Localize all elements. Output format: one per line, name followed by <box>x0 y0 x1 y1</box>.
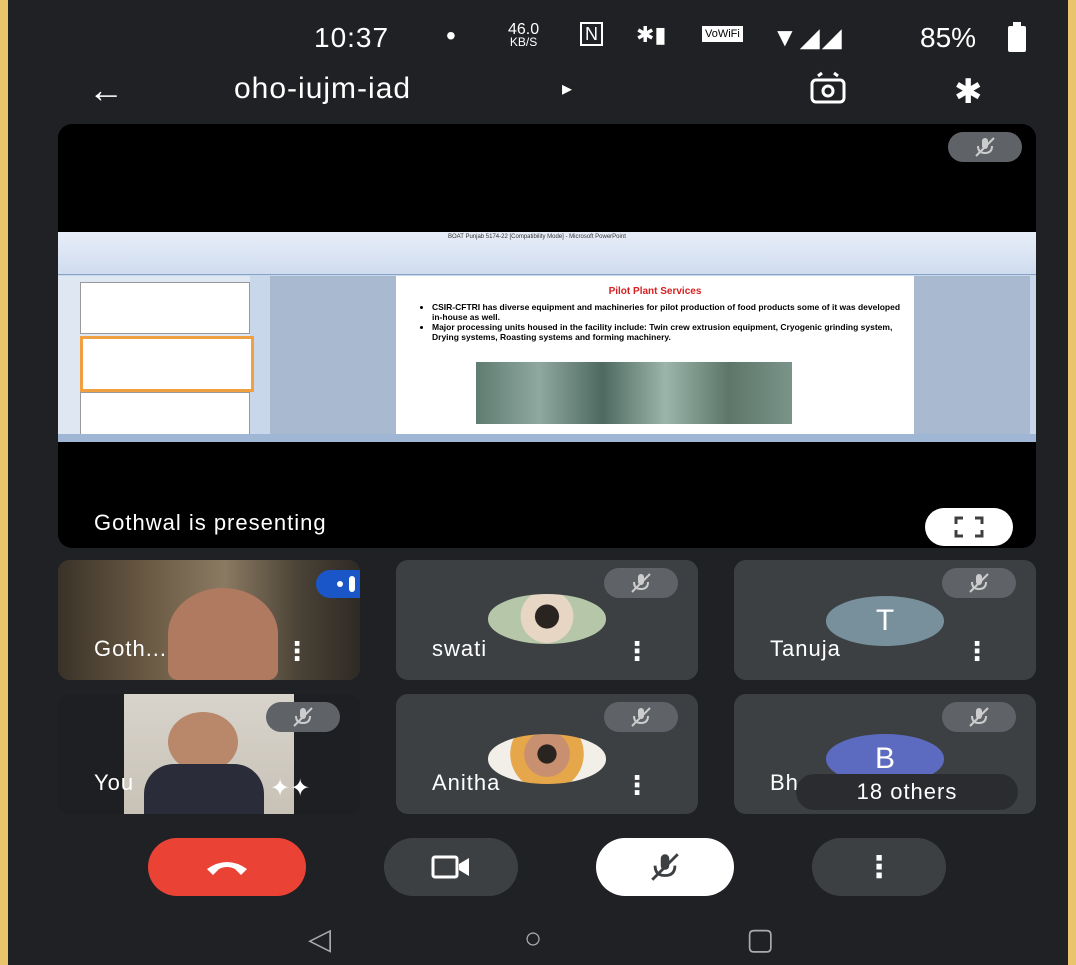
nav-home-icon[interactable]: ○ <box>524 922 542 956</box>
participant-avatar <box>488 594 606 644</box>
effects-sparkle-icon[interactable]: ✦✦ <box>270 774 310 803</box>
slide-thumbnails <box>58 276 254 442</box>
slide-photo <box>476 362 792 424</box>
participant-name: Goth... <box>94 636 168 661</box>
slide-bullets: CSIR-CFTRI has diverse equipment and mac… <box>416 302 912 342</box>
mic-off-icon <box>604 568 678 598</box>
self-figure-head <box>168 712 238 772</box>
ppt-window-title: BOAT Punjab 5174-22 [Compatibility Mode]… <box>448 234 626 240</box>
meeting-info-arrow-icon[interactable]: ▸ <box>562 76 572 101</box>
shared-screen: BOAT Punjab 5174-22 [Compatibility Mode]… <box>58 232 1036 442</box>
mic-off-icon <box>948 132 1022 162</box>
slide-bullet: CSIR-CFTRI has diverse equipment and mac… <box>432 302 912 322</box>
participant-figure <box>168 588 278 680</box>
participant-avatar: T <box>826 596 944 646</box>
notification-dot: • <box>446 20 456 51</box>
battery-percent: 85% <box>920 22 977 53</box>
battery-icon <box>1008 22 1026 52</box>
status-bar: 10:37 • 46.0 KB/S N ✱▮ VoWiFi ▼◢◢ 85% <box>8 0 1068 72</box>
participant-tile-tanuja[interactable]: T Tanuja ⋮ <box>734 560 1036 680</box>
nav-back-icon[interactable]: ◁ <box>308 922 331 957</box>
more-options-icon[interactable]: ⋮ <box>284 638 310 664</box>
self-figure-body <box>144 764 264 814</box>
participant-avatar <box>488 734 606 784</box>
vowifi-icon: VoWiFi <box>702 26 743 42</box>
participant-tile-anitha[interactable]: Anitha ⋮ <box>396 694 698 814</box>
others-count-badge[interactable]: 18 others <box>796 774 1018 810</box>
camera-toggle-button[interactable] <box>384 838 518 896</box>
participant-name: You <box>94 770 135 795</box>
mic-off-icon <box>651 853 679 881</box>
camera-icon <box>431 855 469 879</box>
mic-toggle-button[interactable] <box>596 838 734 896</box>
slide-thumbnail-selected <box>80 336 254 392</box>
network-speed: 46.0 KB/S <box>508 22 539 49</box>
fullscreen-icon <box>954 516 984 538</box>
more-options-icon[interactable]: ⋮ <box>624 638 650 664</box>
nfc-icon: N <box>580 22 603 46</box>
slide-title: Pilot Plant Services <box>608 286 702 297</box>
participant-name: Bh <box>770 770 799 795</box>
participant-tile-you[interactable]: You ✦✦ <box>58 694 360 814</box>
switch-camera-icon[interactable] <box>808 70 848 110</box>
bluetooth-vibrate-icon: ✱▮ <box>636 22 667 47</box>
end-call-button[interactable] <box>148 838 306 896</box>
speaking-indicator <box>316 570 360 598</box>
slide-bullet: Major processing units housed in the fac… <box>432 322 912 342</box>
meeting-code[interactable]: oho-iujm-iad <box>234 72 411 106</box>
participant-tile-swati[interactable]: swati ⋮ <box>396 560 698 680</box>
speed-unit: KB/S <box>509 35 538 49</box>
presenting-label: Gothwal is presenting <box>94 510 327 535</box>
end-call-icon <box>207 862 247 875</box>
powerpoint-ribbon: BOAT Punjab 5174-22 [Compatibility Mode]… <box>58 232 1036 275</box>
bluetooth-icon[interactable]: ✱ <box>954 72 983 112</box>
top-bar: ← oho-iujm-iad ▸ ✱ <box>8 72 1068 112</box>
fullscreen-button[interactable] <box>925 508 1013 546</box>
ppt-status-bar <box>58 434 1036 442</box>
slide-thumbnail <box>80 282 250 334</box>
meet-screen: 10:37 • 46.0 KB/S N ✱▮ VoWiFi ▼◢◢ 85% ← … <box>8 0 1068 965</box>
nav-recents-icon[interactable]: ▢ <box>746 922 774 957</box>
back-arrow-icon[interactable]: ← <box>88 72 124 108</box>
more-options-icon[interactable]: ⋮ <box>964 638 990 664</box>
participant-name: Anitha <box>432 770 501 795</box>
clock: 10:37 <box>314 22 390 53</box>
participant-name: Tanuja <box>770 636 841 661</box>
mic-off-icon <box>266 702 340 732</box>
system-nav-bar: ◁ ○ ▢ <box>8 908 1068 965</box>
mic-off-icon <box>604 702 678 732</box>
slide-page: Pilot Plant Services CSIR-CFTRI has dive… <box>396 276 914 434</box>
presentation-stage[interactable]: BOAT Punjab 5174-22 [Compatibility Mode]… <box>58 124 1036 548</box>
more-options-button[interactable]: ⋮ <box>812 838 946 896</box>
participant-name: swati <box>432 636 488 661</box>
participant-tile-gothwal[interactable]: Goth... ⋮ <box>58 560 360 680</box>
mic-off-icon <box>942 702 1016 732</box>
mic-off-icon <box>942 568 1016 598</box>
more-options-icon[interactable]: ⋮ <box>624 772 650 798</box>
signal-icon: ▼◢◢ <box>772 22 844 52</box>
